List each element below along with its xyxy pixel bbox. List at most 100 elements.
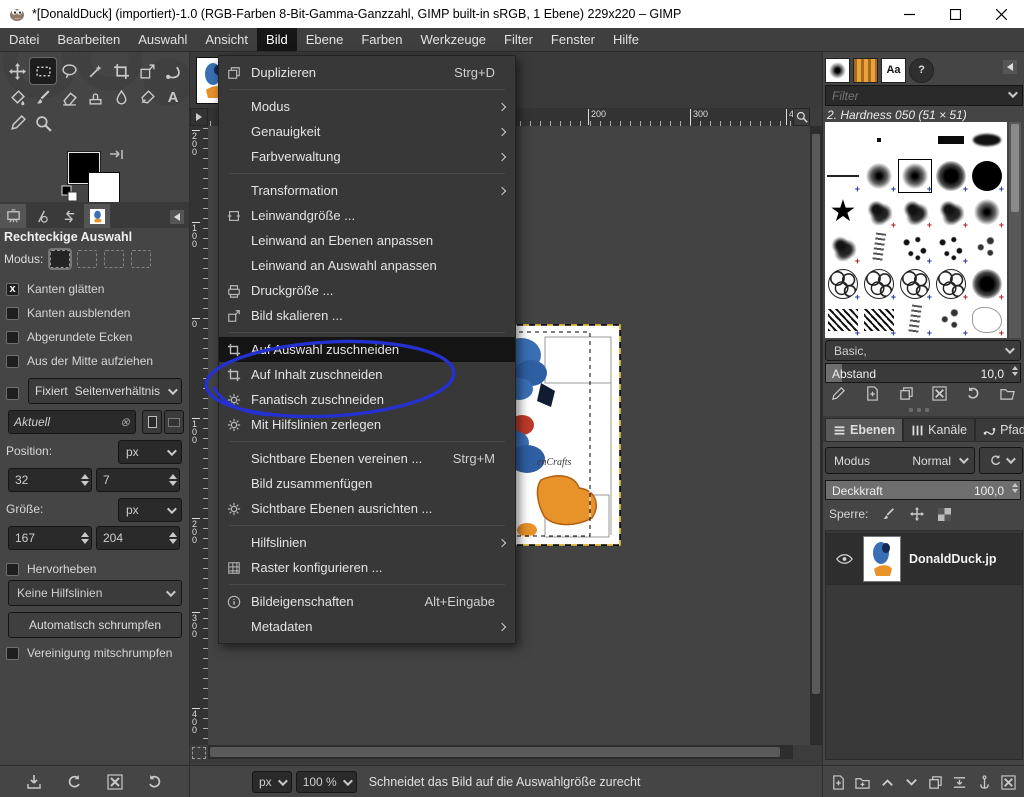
lock-position-icon[interactable] bbox=[910, 507, 924, 521]
brush-swatch[interactable]: + bbox=[861, 194, 897, 230]
layer-thumbnail[interactable] bbox=[863, 536, 901, 582]
transform-tool[interactable] bbox=[134, 58, 160, 84]
menu-item-genauigkeit[interactable]: Genauigkeit bbox=[219, 119, 515, 144]
brush-swatch[interactable]: + bbox=[825, 230, 861, 266]
crop-tool[interactable] bbox=[108, 58, 134, 84]
position-unit-dropdown[interactable]: px bbox=[118, 440, 182, 464]
open-brush-icon[interactable] bbox=[1000, 386, 1015, 401]
vertical-scrollbar[interactable] bbox=[810, 126, 822, 745]
canvas-menu-button[interactable] bbox=[190, 108, 208, 126]
tab-image-thumbnail[interactable] bbox=[84, 204, 110, 228]
landscape-orientation-button[interactable] bbox=[164, 410, 184, 434]
opacity-slider[interactable]: Deckkraft 100,0 bbox=[825, 480, 1021, 500]
brush-swatch[interactable]: + bbox=[969, 158, 1005, 194]
menu-item-bild-zusammenfuegen[interactable]: Bild zusammenfügen bbox=[219, 471, 515, 496]
menu-ebene[interactable]: Ebene bbox=[297, 28, 353, 51]
brush-swatch[interactable] bbox=[861, 230, 897, 266]
lock-pixels-icon[interactable] bbox=[882, 507, 896, 521]
menu-item-leinwand-an-ebenen[interactable]: Leinwand an Ebenen anpassen bbox=[219, 228, 515, 253]
new-layer-group-icon[interactable] bbox=[855, 775, 870, 790]
menu-item-leinwand-an-auswahl[interactable]: Leinwand an Auswahl anpassen bbox=[219, 253, 515, 278]
status-zoom-dropdown[interactable]: 100 % bbox=[296, 771, 357, 793]
minimize-button[interactable] bbox=[886, 0, 932, 28]
restore-preset-icon[interactable] bbox=[66, 774, 82, 790]
menu-item-mit-hilfslinien-zerlegen[interactable]: Mit Hilfslinien zerlegen bbox=[219, 412, 515, 437]
new-layer-icon[interactable] bbox=[831, 775, 846, 790]
menu-item-farbverwaltung[interactable]: Farbverwaltung bbox=[219, 144, 515, 169]
aspect-ratio-entry[interactable]: Aktuell ⊗ bbox=[8, 410, 136, 434]
new-brush-icon[interactable] bbox=[865, 386, 880, 401]
handle-transform-tool[interactable] bbox=[160, 58, 186, 84]
shrink-merged-checkbox[interactable]: Vereinigung mitschrumpfen bbox=[6, 642, 172, 664]
menu-item-transformation[interactable]: Transformation bbox=[219, 178, 515, 203]
spinner-arrows[interactable] bbox=[1012, 366, 1018, 376]
brush-swatch[interactable]: + bbox=[969, 302, 1005, 338]
menu-item-metadaten[interactable]: Metadaten bbox=[219, 614, 515, 639]
size-unit-dropdown[interactable]: px bbox=[118, 498, 182, 522]
size-width-input[interactable]: 167 bbox=[8, 526, 92, 550]
merge-down-icon[interactable] bbox=[952, 775, 967, 790]
tab-layers[interactable]: Ebenen bbox=[825, 418, 903, 442]
brush-swatch[interactable]: + bbox=[933, 266, 969, 302]
vertical-ruler[interactable]: 200 100 0 100 200 300 400 bbox=[190, 126, 208, 745]
mode-subtract-icon[interactable] bbox=[104, 250, 124, 268]
feather-edges-checkbox[interactable]: Kanten ausblenden bbox=[6, 302, 130, 324]
auto-shrink-button[interactable]: Automatisch schrumpfen bbox=[8, 612, 182, 638]
tab-brushes[interactable] bbox=[825, 58, 850, 83]
collapse-right-dock-button[interactable] bbox=[1003, 60, 1017, 74]
menu-bearbeiten[interactable]: Bearbeiten bbox=[48, 28, 129, 51]
spinner-arrows[interactable] bbox=[81, 474, 89, 486]
duplicate-brush-icon[interactable] bbox=[899, 386, 914, 401]
tab-paths[interactable]: Pfade bbox=[975, 418, 1024, 442]
brush-grid-scrollbar[interactable] bbox=[1009, 122, 1021, 338]
brush-swatch[interactable] bbox=[969, 122, 1005, 158]
brush-swatch[interactable] bbox=[897, 122, 933, 158]
spinner-arrows[interactable] bbox=[169, 474, 177, 486]
brush-swatch[interactable] bbox=[825, 122, 861, 158]
mode-intersect-icon[interactable] bbox=[131, 250, 151, 268]
scrollbar-thumb[interactable] bbox=[1011, 124, 1019, 212]
brush-swatch[interactable]: + bbox=[861, 266, 897, 302]
menu-item-raster-konfigurieren[interactable]: Raster konfigurieren ... bbox=[219, 555, 515, 580]
brush-swatch[interactable] bbox=[933, 122, 969, 158]
duplicate-layer-icon[interactable] bbox=[928, 775, 943, 790]
layer-mode-dropdown[interactable]: Modus Normal bbox=[825, 447, 975, 474]
menu-auswahl[interactable]: Auswahl bbox=[129, 28, 196, 51]
menu-item-sichtbare-ebenen-vereinen[interactable]: Sichtbare Ebenen vereinen ... Strg+M bbox=[219, 446, 515, 471]
fixed-aspect-control[interactable]: Fixiert Seitenverhältnis bbox=[28, 378, 182, 404]
rounded-corners-checkbox[interactable]: Abgerundete Ecken bbox=[6, 326, 132, 348]
save-preset-icon[interactable] bbox=[26, 774, 42, 790]
scrollbar-thumb[interactable] bbox=[210, 747, 780, 757]
brush-swatch[interactable]: + bbox=[897, 230, 933, 266]
menu-datei[interactable]: Datei bbox=[0, 28, 48, 51]
close-button[interactable] bbox=[978, 0, 1024, 28]
mode-switch-button[interactable] bbox=[979, 447, 1023, 474]
text-tool[interactable]: A bbox=[160, 84, 186, 110]
free-select-tool[interactable] bbox=[56, 58, 82, 84]
menu-hilfe[interactable]: Hilfe bbox=[604, 28, 648, 51]
background-color-swatch[interactable] bbox=[88, 172, 120, 204]
spinner-arrows[interactable] bbox=[81, 532, 89, 544]
brush-swatch[interactable]: + bbox=[897, 266, 933, 302]
brush-filter-input[interactable] bbox=[825, 85, 1023, 106]
brush-swatch[interactable]: + bbox=[933, 302, 969, 338]
default-colors-icon[interactable] bbox=[60, 184, 78, 202]
expand-from-center-checkbox[interactable]: Aus der Mitte aufziehen bbox=[6, 350, 153, 372]
color-picker-tool[interactable] bbox=[4, 110, 30, 136]
brush-swatch[interactable]: + bbox=[861, 158, 897, 194]
brush-swatch[interactable]: ★ bbox=[825, 194, 861, 230]
tab-help[interactable]: ? bbox=[909, 58, 934, 83]
fixed-checkbox[interactable] bbox=[6, 382, 27, 404]
delete-preset-icon[interactable] bbox=[107, 774, 123, 790]
delete-brush-icon[interactable] bbox=[932, 386, 947, 401]
menu-item-modus[interactable]: Modus bbox=[219, 94, 515, 119]
size-height-input[interactable]: 204 bbox=[96, 526, 180, 550]
eraser-tool[interactable] bbox=[56, 84, 82, 110]
zoom-tool[interactable] bbox=[30, 110, 56, 136]
maximize-button[interactable] bbox=[932, 0, 978, 28]
zoom-follow-window-button[interactable] bbox=[793, 108, 810, 126]
position-x-input[interactable]: 32 bbox=[8, 468, 92, 492]
brush-swatch[interactable]: + bbox=[897, 194, 933, 230]
menu-item-auf-auswahl-zuschneiden[interactable]: Auf Auswahl zuschneiden bbox=[219, 337, 515, 362]
collapse-left-dock-button[interactable] bbox=[170, 210, 184, 224]
